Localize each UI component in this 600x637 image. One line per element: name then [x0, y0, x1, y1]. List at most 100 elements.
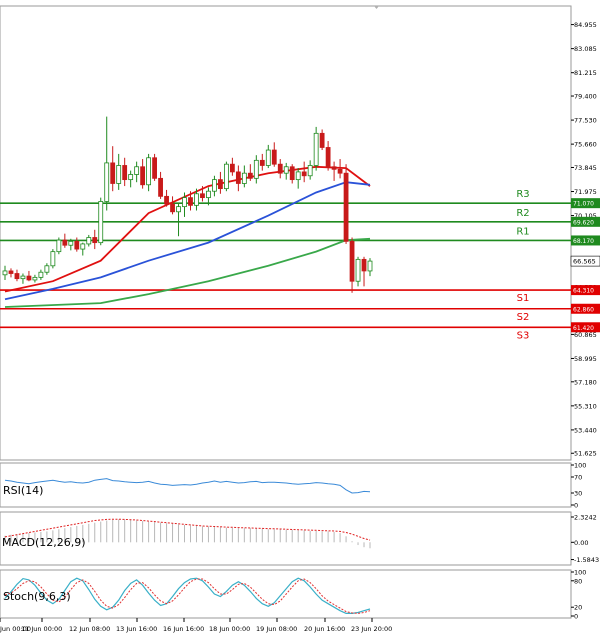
rsi-panel-border — [0, 462, 572, 508]
candle-body — [188, 197, 193, 206]
candle-body — [223, 163, 229, 190]
candle-body — [241, 172, 247, 184]
level-name-s2: S2 — [517, 312, 530, 323]
macd-panel-border — [0, 511, 572, 566]
macd-axis-label: 2.3242 — [574, 514, 597, 522]
candle-body — [325, 147, 331, 168]
candle-body — [62, 239, 68, 246]
stoch-axis-label: 80 — [574, 577, 582, 585]
candle-body — [200, 193, 205, 199]
level-name-s3: S3 — [517, 330, 530, 341]
candle-body — [20, 275, 26, 280]
macd-axis-label: -1.5843 — [574, 556, 599, 564]
price-axis-label: 57.180 — [574, 378, 597, 386]
candle-body — [313, 132, 319, 166]
stoch-axis-label: 100 — [574, 569, 586, 577]
candle-body — [206, 190, 211, 199]
candle-body — [170, 203, 175, 213]
candle-body — [92, 237, 98, 244]
price-axis-label: 58.995 — [574, 355, 597, 363]
current-price-label: 66.565 — [573, 258, 596, 266]
time-axis-label: 19 Jun 08:00 — [256, 625, 297, 633]
time-axis-label: 23 Jun 20:00 — [351, 625, 392, 633]
candle-body — [74, 240, 80, 250]
candle-body — [295, 171, 301, 181]
price-axis-label: 84.955 — [574, 21, 597, 29]
rsi-title: RSI(14) — [3, 484, 43, 497]
rsi-line — [4, 478, 371, 494]
candle-body — [331, 166, 337, 170]
candle-body — [44, 265, 50, 273]
candle-body — [355, 258, 361, 282]
candle-body — [212, 179, 217, 192]
candle-body — [283, 166, 289, 174]
level-value-r1: 68.170 — [573, 238, 594, 245]
candle-body — [319, 132, 325, 148]
price-axis-label: 77.530 — [574, 117, 597, 125]
level-name-s1: S1 — [517, 293, 530, 304]
time-axis-label: 13 Jun 16:00 — [116, 625, 157, 633]
candle-body — [349, 240, 355, 282]
candle-body — [218, 179, 223, 190]
candle-body — [8, 270, 14, 274]
candle-body — [116, 165, 122, 184]
price-axis-label: 53.440 — [574, 426, 597, 434]
candle-body — [104, 162, 110, 202]
stoch-panel: 10080 200 Stoch(9,6,3) — [0, 569, 586, 621]
level-name-r2: R2 — [516, 208, 529, 219]
candle-body — [367, 260, 373, 272]
main-panel-border — [0, 5, 572, 461]
stoch-panel-border — [0, 569, 572, 619]
candle-body — [128, 174, 134, 181]
moving-average-1 — [4, 165, 371, 293]
candle-body — [271, 149, 277, 165]
stoch-axis-label: 20 — [574, 604, 582, 612]
rsi-axis-label: 100 — [574, 462, 586, 470]
candle-body — [2, 270, 8, 276]
candle-body — [122, 165, 128, 181]
price-axis-label: 71.975 — [574, 188, 597, 196]
time-axis-label: 11 Jun 00:00 — [21, 625, 62, 633]
candle-body — [98, 201, 104, 244]
candle-body — [50, 251, 56, 267]
time-axis-label: 12 Jun 08:00 — [69, 625, 110, 633]
candle-body — [38, 271, 44, 278]
price-axis-label: 51.625 — [574, 450, 597, 458]
candle-body — [152, 157, 157, 179]
candle-body — [229, 163, 235, 173]
time-axis-label: 16 Jun 16:00 — [163, 625, 204, 633]
candle-body — [32, 276, 38, 281]
candle-body — [361, 258, 367, 272]
candle-body — [80, 243, 86, 250]
candle-body — [56, 239, 62, 253]
candle-body — [307, 165, 313, 177]
main-panel: 84.955 83.085 81.215 79.400 77.530 75.660 73.8… — [0, 5, 600, 461]
candle-body — [301, 171, 307, 177]
candle-body — [194, 193, 199, 206]
level-value-r3: 71.070 — [573, 201, 594, 208]
stoch-axis-label: 0 — [574, 613, 578, 621]
rsi-panel: 100 70 30 0 RSI(14) — [0, 462, 586, 510]
candle-body — [337, 168, 343, 174]
level-name-r3: R3 — [516, 189, 529, 200]
candle-body — [247, 172, 253, 179]
level-value-s3: 61.420 — [573, 325, 594, 332]
candle-body — [235, 171, 241, 184]
rsi-axis-label: 0 — [574, 502, 578, 510]
macd-axis-label: 0.00 — [574, 539, 588, 547]
price-axis-label: 75.660 — [574, 141, 597, 149]
price-axis-label: 55.310 — [574, 402, 597, 410]
candle-body — [134, 166, 140, 175]
candle-body — [158, 177, 163, 197]
price-axis-label: 73.845 — [574, 164, 597, 172]
price-axis-label: 81.215 — [574, 69, 597, 77]
level-value-s2: 62.860 — [573, 306, 594, 313]
rsi-axis-label: 30 — [574, 490, 582, 498]
candle-body — [110, 162, 116, 184]
price-chart: 84.955 83.085 81.215 79.400 77.530 75.660 73.8… — [0, 5, 600, 633]
candle-body — [343, 172, 349, 242]
candle-body — [182, 197, 187, 208]
rsi-axis-label: 70 — [574, 474, 582, 482]
time-axis: Jun 00:0011 Jun 00:00 12 Jun 08:00 13 Jun … — [0, 618, 392, 633]
candle-body — [14, 273, 20, 280]
